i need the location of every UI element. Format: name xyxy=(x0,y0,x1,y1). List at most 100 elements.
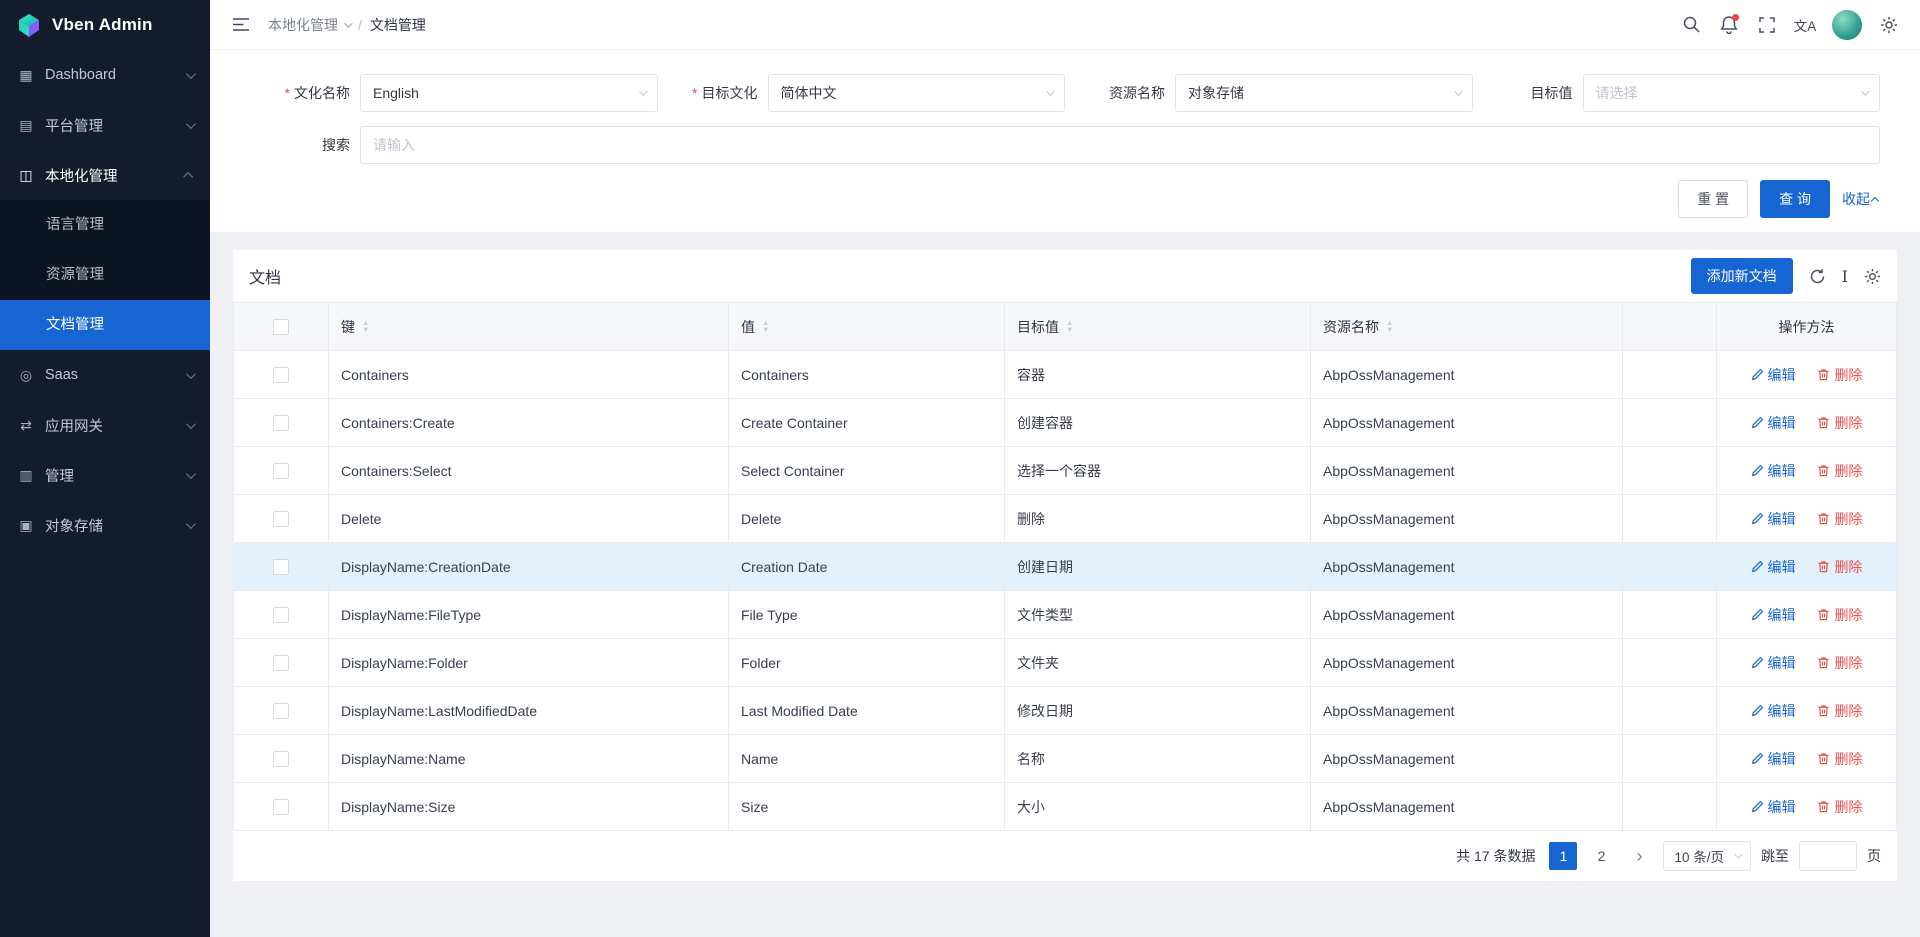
next-page-button[interactable]: › xyxy=(1625,842,1653,870)
row-checkbox[interactable] xyxy=(273,415,289,431)
culture-name-select[interactable]: English xyxy=(360,74,658,112)
edit-link[interactable]: 编辑 xyxy=(1751,413,1796,433)
logo[interactable]: Vben Admin xyxy=(0,0,210,50)
avatar[interactable] xyxy=(1832,10,1862,40)
add-document-button[interactable]: 添加新文档 xyxy=(1691,258,1793,294)
breadcrumb-item-localization[interactable]: 本地化管理 xyxy=(268,15,350,35)
sidebar-subitem-resource[interactable]: 资源管理 xyxy=(0,250,210,300)
cell-resource-name: AbpOssManagement xyxy=(1311,783,1623,831)
resource-name-select[interactable]: 对象存储 xyxy=(1175,74,1473,112)
delete-link[interactable]: 删除 xyxy=(1817,557,1862,577)
target-value-label: 目标值 xyxy=(1473,83,1583,103)
col-header-value[interactable]: 值 ▲▼ xyxy=(729,303,1005,351)
fullscreen-icon[interactable] xyxy=(1750,8,1784,42)
resource-name-field: 资源名称 对象存储 xyxy=(1065,74,1473,112)
culture-name-label: 文化名称 xyxy=(250,83,360,103)
cell-target-value: 文件夹 xyxy=(1005,639,1311,687)
search-icon[interactable] xyxy=(1674,8,1708,42)
sort-carets-icon[interactable]: ▲▼ xyxy=(362,320,369,333)
sidebar-subitem-language[interactable]: 语言管理 xyxy=(0,200,210,250)
page-button-2[interactable]: 2 xyxy=(1587,842,1615,870)
edit-link[interactable]: 编辑 xyxy=(1751,365,1796,385)
row-checkbox[interactable] xyxy=(273,367,289,383)
filter-panel: 文化名称 English 目标文化 简体中文 资源名称 xyxy=(210,50,1920,232)
cell-empty xyxy=(1623,447,1717,495)
page-size-select[interactable]: 10 条/页 xyxy=(1663,841,1751,871)
sidebar-item-management[interactable]: ▥管理 xyxy=(0,450,210,500)
collapse-label: 收起 xyxy=(1842,189,1870,209)
cell-checkbox xyxy=(234,495,329,543)
delete-link[interactable]: 删除 xyxy=(1817,509,1862,529)
chevron-down-icon xyxy=(186,119,196,129)
row-checkbox[interactable] xyxy=(273,463,289,479)
collapse-link[interactable]: 收起 xyxy=(1842,189,1880,209)
delete-link[interactable]: 删除 xyxy=(1817,413,1862,433)
sidebar-item-dashboard[interactable]: ▦Dashboard xyxy=(0,50,210,100)
select-all-checkbox[interactable] xyxy=(273,319,289,335)
edit-link[interactable]: 编辑 xyxy=(1751,557,1796,577)
delete-link[interactable]: 删除 xyxy=(1817,749,1862,769)
sort-carets-icon[interactable]: ▲▼ xyxy=(1386,320,1393,333)
jump-suffix: 页 xyxy=(1867,846,1881,866)
col-header-resource-name[interactable]: 资源名称 ▲▼ xyxy=(1311,303,1623,351)
edit-link[interactable]: 编辑 xyxy=(1751,749,1796,769)
delete-link[interactable]: 删除 xyxy=(1817,653,1862,673)
col-header-target-value[interactable]: 目标值 ▲▼ xyxy=(1005,303,1311,351)
topbar-actions: 文A xyxy=(1674,8,1906,42)
sidebar-item-saas[interactable]: ◎Saas xyxy=(0,350,210,400)
cell-actions: 编辑 删除 xyxy=(1717,639,1897,687)
row-checkbox[interactable] xyxy=(273,799,289,815)
edit-link[interactable]: 编辑 xyxy=(1751,461,1796,481)
edit-link[interactable]: 编辑 xyxy=(1751,797,1796,817)
sort-carets-icon[interactable]: ▲▼ xyxy=(1066,320,1073,333)
menu-fold-icon[interactable] xyxy=(224,8,258,42)
target-culture-select[interactable]: 简体中文 xyxy=(768,74,1066,112)
sidebar-item-object-storage[interactable]: ▣对象存储 xyxy=(0,500,210,550)
settings-gear-icon[interactable] xyxy=(1872,8,1906,42)
target-value-select[interactable]: 请选择 xyxy=(1583,74,1881,112)
row-checkbox[interactable] xyxy=(273,751,289,767)
delete-link[interactable]: 删除 xyxy=(1817,605,1862,625)
row-checkbox[interactable] xyxy=(273,703,289,719)
sidebar-item-label: 对象存储 xyxy=(45,515,176,536)
column-settings-gear-icon[interactable] xyxy=(1864,268,1881,285)
translate-icon[interactable]: 文A xyxy=(1788,8,1822,42)
edit-link[interactable]: 编辑 xyxy=(1751,605,1796,625)
delete-link[interactable]: 删除 xyxy=(1817,365,1862,385)
chevron-down-icon xyxy=(1734,850,1742,858)
search-input[interactable] xyxy=(360,126,1880,164)
page-button-1[interactable]: 1 xyxy=(1549,842,1577,870)
row-checkbox[interactable] xyxy=(273,559,289,575)
col-header-key[interactable]: 键 ▲▼ xyxy=(329,303,729,351)
cell-checkbox xyxy=(234,447,329,495)
chevron-down-icon xyxy=(1861,87,1869,95)
refresh-icon[interactable] xyxy=(1809,268,1826,285)
sidebar-item-gateway[interactable]: ⇄应用网关 xyxy=(0,400,210,450)
delete-link[interactable]: 删除 xyxy=(1817,797,1862,817)
delete-link[interactable]: 删除 xyxy=(1817,461,1862,481)
edit-link[interactable]: 编辑 xyxy=(1751,653,1796,673)
cell-actions: 编辑 删除 xyxy=(1717,591,1897,639)
edit-link[interactable]: 编辑 xyxy=(1751,509,1796,529)
culture-name-value: English xyxy=(373,85,639,101)
row-checkbox[interactable] xyxy=(273,607,289,623)
jump-page-input[interactable] xyxy=(1799,841,1857,871)
table-row: DisplayName:CreationDate Creation Date 创… xyxy=(234,543,1897,591)
notification-bell-icon[interactable] xyxy=(1712,8,1746,42)
cell-key: Delete xyxy=(329,495,729,543)
query-button[interactable]: 查 询 xyxy=(1760,180,1830,218)
row-checkbox[interactable] xyxy=(273,655,289,671)
sidebar-subitem-document[interactable]: 文档管理 xyxy=(0,300,210,350)
sidebar-item-localization[interactable]: ◫本地化管理 xyxy=(0,150,210,200)
sidebar: Vben Admin ▦Dashboard▤平台管理◫本地化管理语言管理资源管理… xyxy=(0,0,210,937)
row-checkbox[interactable] xyxy=(273,511,289,527)
sidebar-item-platform[interactable]: ▤平台管理 xyxy=(0,100,210,150)
target-value-field: 目标值 请选择 xyxy=(1473,74,1881,112)
reset-button[interactable]: 重 置 xyxy=(1678,180,1748,218)
edit-link[interactable]: 编辑 xyxy=(1751,701,1796,721)
cell-empty xyxy=(1623,639,1717,687)
row-height-icon[interactable]: I xyxy=(1842,267,1848,286)
topbar: 本地化管理 / 文档管理 xyxy=(210,0,1920,50)
sort-carets-icon[interactable]: ▲▼ xyxy=(762,320,769,333)
delete-link[interactable]: 删除 xyxy=(1817,701,1862,721)
